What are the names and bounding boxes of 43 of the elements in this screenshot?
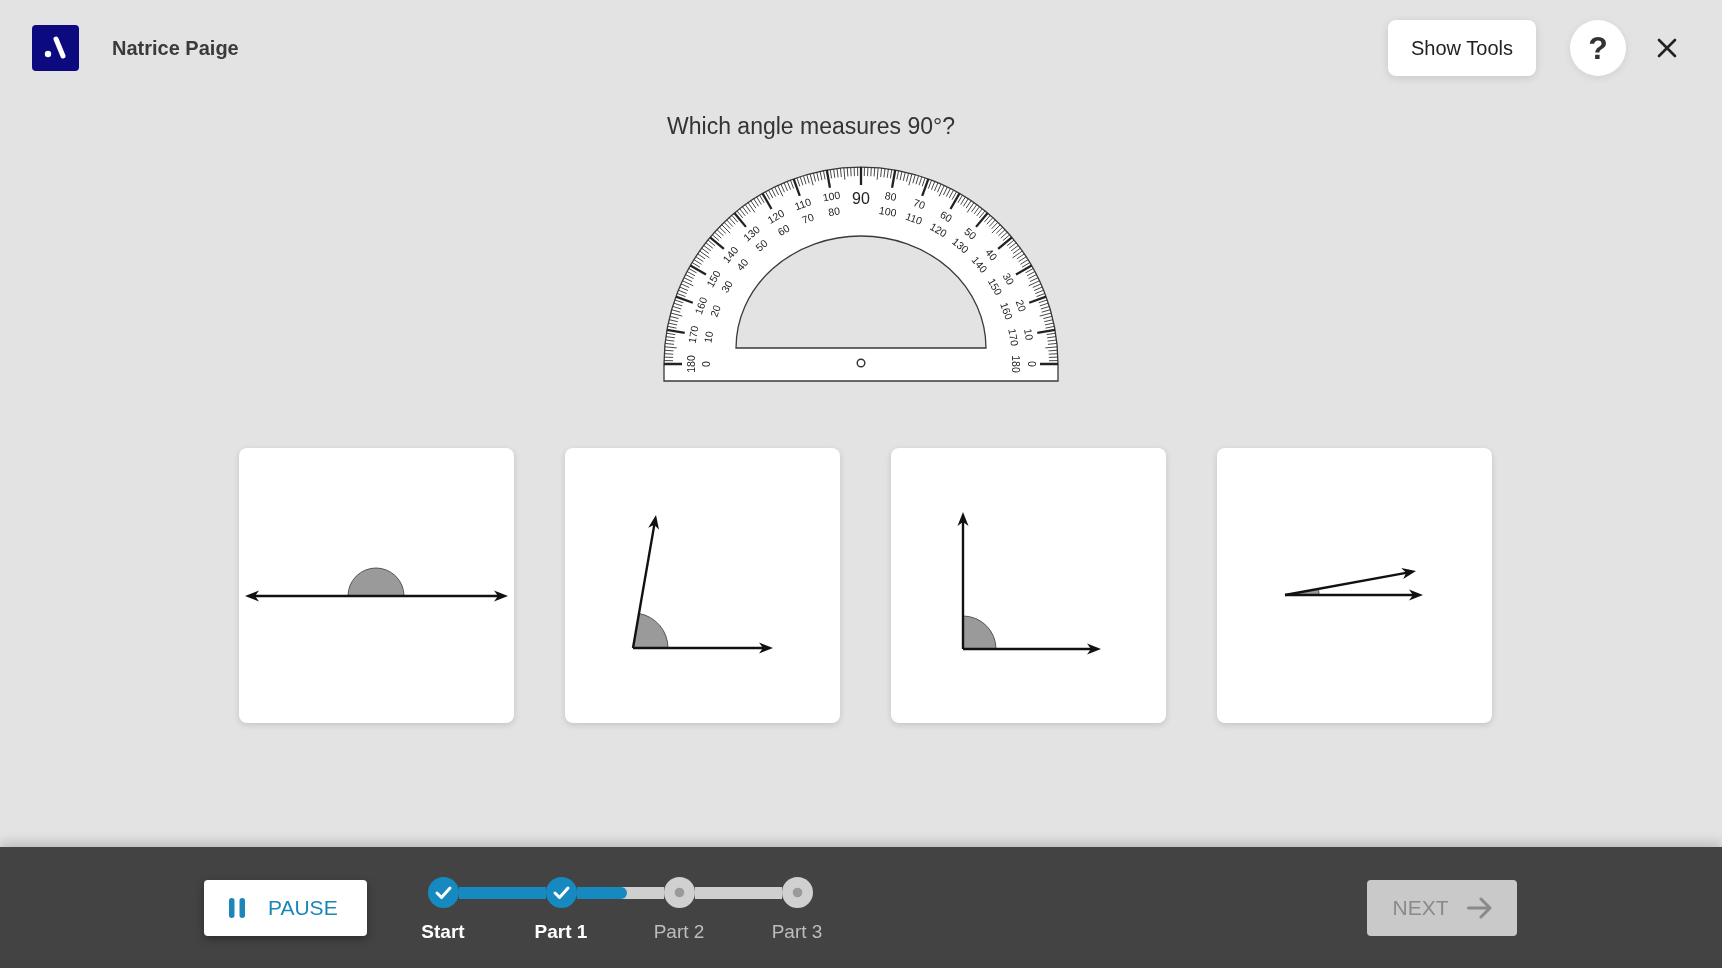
step-label: Start	[421, 920, 465, 943]
scale-number: 30	[1000, 270, 1017, 287]
step-label: Part 1	[534, 920, 588, 943]
scale-number: 20	[707, 303, 723, 319]
show-tools-button[interactable]: Show Tools	[1388, 20, 1536, 76]
close-icon	[1657, 38, 1677, 58]
scale-number: 160	[998, 300, 1016, 322]
step-label: Part 2	[653, 920, 705, 943]
answer-card[interactable]	[564, 448, 840, 723]
question-text: Which angle measures 90°?	[667, 112, 955, 140]
answer-card[interactable]	[238, 448, 514, 723]
scale-number: 0	[700, 361, 712, 367]
scale-number: 10	[1022, 327, 1036, 342]
scale-number: 0	[1025, 361, 1038, 367]
scale-number: 100	[821, 188, 842, 204]
scale-number: 170	[1006, 327, 1022, 347]
scale-number: 20	[1013, 298, 1029, 314]
scale-number: 80	[827, 204, 841, 219]
scale-number: 70	[911, 196, 927, 212]
scale-number: 90	[852, 189, 870, 207]
scale-number: 170	[685, 324, 701, 345]
scale-number: 50	[753, 236, 770, 254]
pause-button[interactable]: PAUSE	[204, 880, 367, 936]
scale-number: 110	[792, 195, 813, 213]
scale-number: 100	[878, 203, 898, 219]
user-name: Natrice Paige	[112, 36, 239, 61]
scale-number: 110	[904, 209, 924, 227]
answer-card[interactable]	[890, 448, 1166, 723]
scale-number: 160	[692, 295, 710, 316]
scale-number: 180	[684, 355, 697, 373]
help-button[interactable]: ?	[1570, 20, 1626, 76]
scale-number: 60	[938, 208, 955, 225]
pause-icon	[229, 898, 245, 918]
scale-number: 10	[701, 330, 716, 344]
scale-number: 180	[1010, 355, 1022, 373]
scale-number: 80	[883, 189, 898, 203]
scale-number: 70	[800, 210, 816, 226]
step-label: Part 3	[771, 920, 823, 943]
scale-number: 50	[962, 225, 979, 242]
arrow-right-icon	[1466, 896, 1492, 920]
scale-number: 40	[983, 246, 1000, 263]
close-button[interactable]	[1657, 38, 1677, 58]
logo-icon	[32, 25, 79, 71]
